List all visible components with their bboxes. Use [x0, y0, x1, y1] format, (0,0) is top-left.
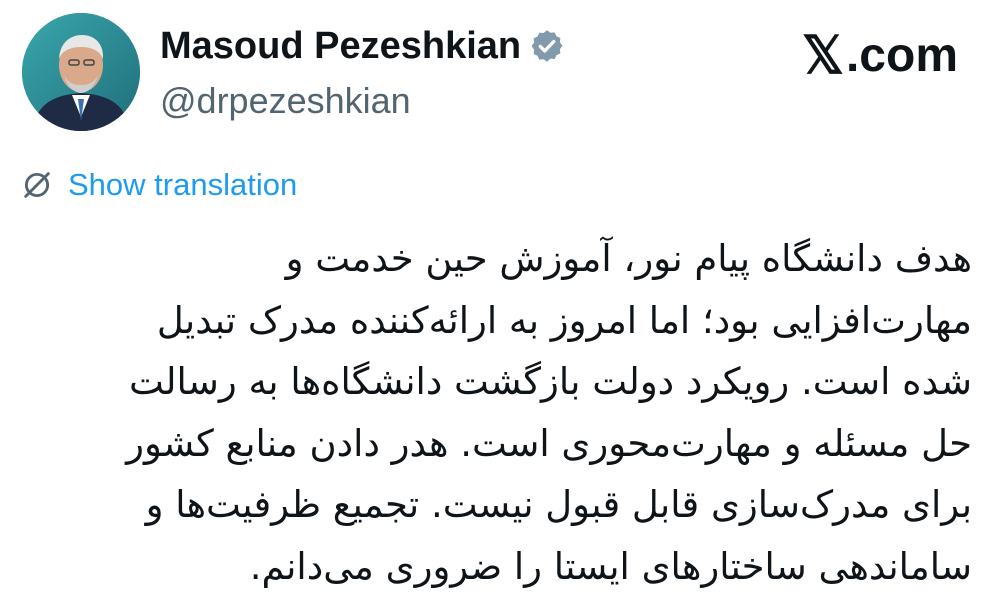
display-name[interactable]: Masoud Pezeshkian — [160, 24, 565, 68]
tweet-line: ساماندهی ساختارهای ایستا را ضروری می‌دان… — [249, 544, 972, 588]
tweet-line: حل مسئله و مهارت‌محوری است. هدر دادن منا… — [126, 421, 972, 465]
site-domain: .com — [845, 29, 958, 82]
tweet-line: برای مدرک‌سازی قابل قبول نیست. تجمیع ظرف… — [145, 483, 972, 526]
user-handle[interactable]: @drpezeshkian — [160, 80, 411, 122]
verified-badge-icon — [531, 30, 563, 62]
globe-icon — [24, 172, 50, 198]
site-domain-text: com — [859, 29, 958, 82]
tweet-text: هدف دانشگاه پیام نور، آموزش حین خدمت و م… — [30, 228, 972, 597]
profile-photo-icon — [22, 13, 140, 131]
tweet-line: مهارت‌افزایی بود؛ اما امروز به ارائه‌کنن… — [156, 298, 972, 342]
avatar[interactable] — [22, 13, 140, 131]
display-name-text[interactable]: Masoud Pezeshkian — [160, 24, 521, 68]
x-logo-icon: 𝕏 — [802, 27, 844, 85]
show-translation-label[interactable]: Show translation — [68, 166, 297, 204]
tweet-line: شده است. رویکرد دولت بازگشت دانشگاه‌ها ب… — [128, 360, 972, 403]
site-mark: 𝕏 .com — [802, 27, 958, 85]
show-translation-button[interactable]: Show translation — [20, 166, 297, 204]
tweet-line: هدف دانشگاه پیام نور، آموزش حین خدمت و — [285, 237, 972, 280]
